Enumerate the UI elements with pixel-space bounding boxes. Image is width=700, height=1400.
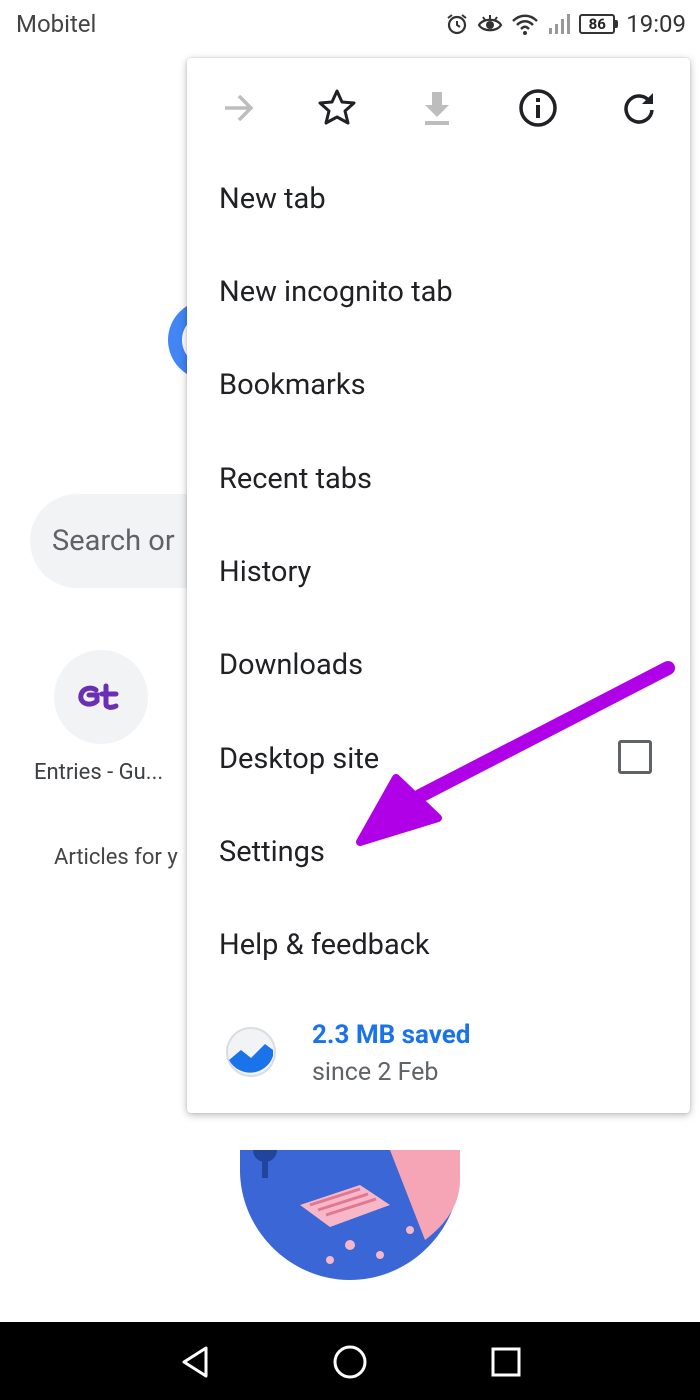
menu-item-label: Recent tabs (219, 461, 373, 496)
menu-item-help-feedback[interactable]: Help & feedback (187, 898, 690, 991)
info-icon (519, 89, 557, 127)
battery-level: 86 (579, 14, 616, 34)
data-saved-since: since 2 Feb (312, 1058, 439, 1087)
menu-item-recent-tabs[interactable]: Recent tabs (187, 432, 690, 525)
refresh-button[interactable] (615, 84, 663, 132)
shortcut-tile-label[interactable]: Entries - Gu... (34, 760, 163, 785)
menu-item-label: Downloads (219, 647, 364, 682)
feed-illustration (240, 1150, 460, 1280)
navigation-bar (0, 1322, 700, 1400)
shortcut-tile-icon[interactable] (54, 650, 148, 744)
guiding-tech-logo-icon (78, 683, 119, 710)
eye-comfort-icon (477, 15, 503, 32)
page-info-button[interactable] (514, 84, 562, 132)
status-bar: Mobitel 86 19:09 (0, 0, 700, 50)
forward-button[interactable] (215, 84, 263, 132)
desktop-site-checkbox[interactable] (618, 740, 652, 774)
back-icon[interactable] (176, 1342, 216, 1382)
menu-item-bookmarks[interactable]: Bookmarks (187, 338, 690, 431)
clock: 19:09 (626, 10, 686, 38)
menu-item-label: History (219, 554, 312, 589)
menu-item-label: Help & feedback (219, 927, 430, 962)
download-page-button[interactable] (413, 84, 461, 132)
menu-item-history[interactable]: History (187, 525, 690, 618)
recents-icon[interactable] (486, 1342, 526, 1382)
menu-item-label: Desktop site (219, 741, 380, 776)
download-icon (425, 92, 449, 125)
data-saver-chart-icon (226, 1027, 276, 1077)
home-icon[interactable] (330, 1342, 370, 1382)
menu-item-label: New tab (219, 181, 326, 216)
menu-toolbar (187, 58, 690, 154)
articles-header: Articles for y (54, 845, 178, 870)
carrier-name: Mobitel (16, 10, 97, 38)
menu-item-new-incognito-tab[interactable]: New incognito tab (187, 245, 690, 338)
menu-item-settings[interactable]: Settings (187, 805, 690, 898)
bookmark-button[interactable] (313, 84, 361, 132)
menu-item-desktop-site[interactable]: Desktop site (187, 712, 690, 805)
data-saver-summary[interactable]: 2.3 MB saved since 2 Feb (187, 1010, 690, 1106)
wifi-icon (512, 14, 539, 35)
refresh-icon (624, 93, 654, 124)
data-saved-amount: 2.3 MB saved (312, 1020, 471, 1050)
menu-item-label: New incognito tab (219, 274, 453, 309)
menu-item-label: Bookmarks (219, 367, 366, 402)
battery-icon: 86 (579, 14, 619, 34)
overflow-menu: New tab New incognito tab Bookmarks Rece… (187, 58, 690, 1113)
forward-icon (225, 94, 254, 122)
signal-icon (549, 14, 571, 34)
menu-item-downloads[interactable]: Downloads (187, 618, 690, 711)
menu-item-label: Settings (219, 834, 325, 869)
status-icons: 86 19:09 (445, 8, 686, 40)
menu-item-new-tab[interactable]: New tab (187, 152, 690, 245)
alarm-icon (447, 14, 467, 35)
star-icon (318, 89, 356, 125)
